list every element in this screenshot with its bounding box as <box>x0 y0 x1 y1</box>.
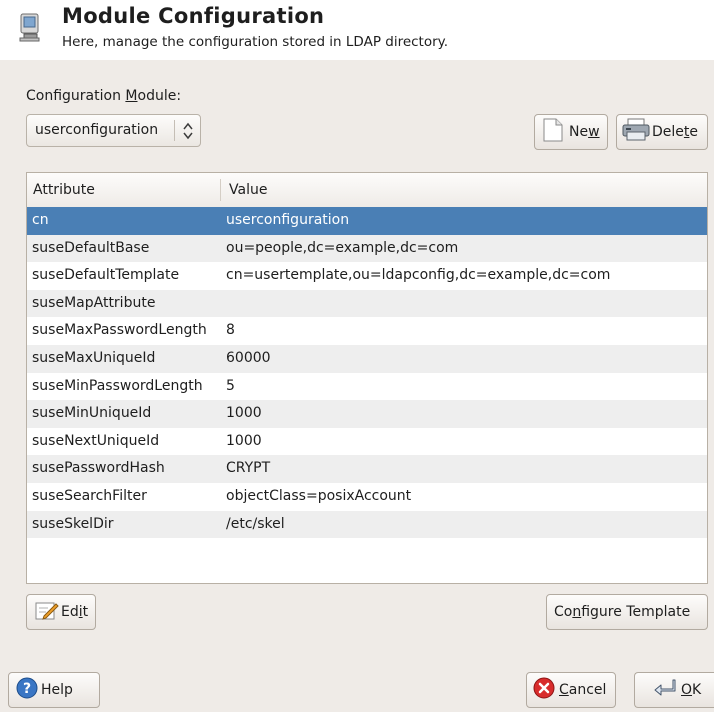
configuration-module-label: Configuration Module: <box>26 88 182 104</box>
edit-button[interactable]: Edit <box>26 594 96 630</box>
table-body: cn userconfiguration suseDefaultBase ou=peo… <box>27 207 707 539</box>
cell-value: userconfiguration <box>226 212 350 228</box>
table-row[interactable]: suseDefaultTemplate cn=usertemplate,ou=ld… <box>27 262 707 290</box>
help-button-label: Help <box>41 682 73 698</box>
help-icon: ? <box>16 677 38 703</box>
ok-return-arrow-icon <box>653 678 677 702</box>
table-row[interactable]: suseMaxUniqueId 60000 <box>27 344 707 373</box>
cancel-button-label: Cancel <box>559 682 607 698</box>
table-row[interactable]: suseSkelDir/etc/skel <box>27 510 707 539</box>
edit-pencil-icon <box>35 599 59 625</box>
new-button-label: New <box>569 124 600 140</box>
cell-value: 1000 <box>226 405 262 422</box>
table-row[interactable]: suseMinPasswordLength 5 <box>27 373 707 401</box>
table-row[interactable]: suseMinUniqueId 1000 <box>27 400 707 428</box>
page-title: Module Configuration <box>62 4 325 28</box>
cell-value: ou=people,dc=example,dc=com <box>226 239 459 256</box>
table-row[interactable]: suseSearchFilter objectClass=posixAccount <box>27 483 707 511</box>
cell-value: /etc/skel <box>226 515 285 532</box>
help-button[interactable]: ? Help <box>8 672 100 708</box>
cell-attribute: susePasswordHash <box>32 460 165 477</box>
cell-attribute: suseDefaultBase <box>32 239 150 256</box>
column-divider <box>220 179 221 201</box>
cell-value: 8 <box>226 322 235 339</box>
cell-attribute: suseSkelDir <box>32 515 114 532</box>
cell-attribute: suseDefaultTemplate <box>32 267 180 284</box>
combobox-divider <box>174 120 175 141</box>
cell-value: 60000 <box>226 349 271 366</box>
cell-value: objectClass=posixAccount <box>226 487 412 504</box>
table-row[interactable]: susePasswordHash CRYPT <box>27 455 707 483</box>
cell-value: CRYPT <box>226 460 271 477</box>
edit-button-label: Edit <box>61 604 89 620</box>
column-header-attribute[interactable]: Attribute <box>33 182 95 198</box>
table-row[interactable]: suseNextUniqueId 1000 <box>27 428 707 456</box>
cell-attribute: suseNextUniqueId <box>32 432 160 449</box>
cell-attribute: suseSearchFilter <box>32 487 147 504</box>
svg-text:?: ? <box>23 681 31 697</box>
attribute-table[interactable]: Attribute Value cn userconfiguration suseD… <box>26 172 708 584</box>
table-row[interactable]: suseMapAttribute <box>27 289 707 318</box>
table-row[interactable]: cn userconfiguration <box>27 207 707 235</box>
up-down-arrows-icon <box>182 121 194 145</box>
cell-attribute: suseMaxPasswordLength <box>32 322 207 339</box>
cell-value: 1000 <box>226 432 262 449</box>
combobox-value: userconfiguration <box>35 122 159 138</box>
delete-printer-icon <box>622 118 650 146</box>
header-banner: Module Configuration Here, manage the co… <box>0 0 714 60</box>
cell-attribute: suseMapAttribute <box>32 294 156 311</box>
delete-button-label: Delete <box>652 124 699 140</box>
computer-config-icon <box>18 12 44 46</box>
table-row[interactable]: suseMaxPasswordLength 8 <box>27 317 707 345</box>
configure-template-button[interactable]: Configure Template <box>546 594 708 630</box>
new-document-icon <box>542 118 564 146</box>
cell-attribute: cn <box>32 212 49 228</box>
ok-button[interactable]: OK <box>634 672 714 708</box>
delete-button[interactable]: Delete <box>616 114 708 150</box>
configuration-module-combobox[interactable]: userconfiguration <box>26 114 201 147</box>
table-row[interactable]: suseDefaultBase ou=people,dc=example,dc=c… <box>27 234 707 263</box>
table-header: Attribute Value <box>27 173 707 208</box>
cancel-button[interactable]: Cancel <box>526 672 616 708</box>
configure-template-label: Configure Template <box>554 604 691 620</box>
cell-attribute: suseMinPasswordLength <box>32 377 203 394</box>
cell-value: 5 <box>226 377 235 394</box>
cell-value: cn=usertemplate,ou=ldapconfig,dc=example… <box>226 267 611 284</box>
cell-attribute: suseMinUniqueId <box>32 405 152 422</box>
cell-attribute: suseMaxUniqueId <box>32 349 156 366</box>
page-subtitle: Here, manage the configuration stored in… <box>62 34 449 50</box>
cancel-icon <box>533 677 555 703</box>
column-header-value[interactable]: Value <box>229 182 267 198</box>
ok-button-label: OK <box>681 682 702 698</box>
new-button[interactable]: New <box>534 114 608 150</box>
